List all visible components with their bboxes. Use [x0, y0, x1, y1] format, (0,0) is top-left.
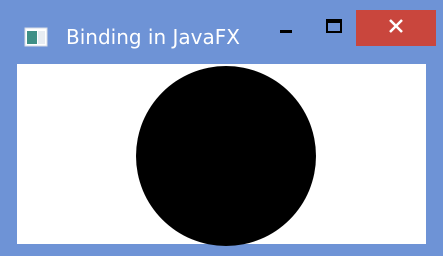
app-icon: [24, 27, 48, 47]
minimize-button[interactable]: [263, 10, 309, 46]
maximize-icon: [326, 18, 342, 38]
minimize-icon: [279, 19, 293, 38]
app-window: Binding in JavaFX: [0, 0, 443, 256]
black-circle: [136, 66, 316, 246]
maximize-button[interactable]: [311, 10, 357, 46]
close-icon: [388, 18, 404, 39]
window-title: Binding in JavaFX: [66, 25, 240, 49]
close-button[interactable]: [356, 10, 436, 46]
title-bar[interactable]: Binding in JavaFX: [0, 0, 443, 62]
scene-content: [17, 64, 426, 246]
